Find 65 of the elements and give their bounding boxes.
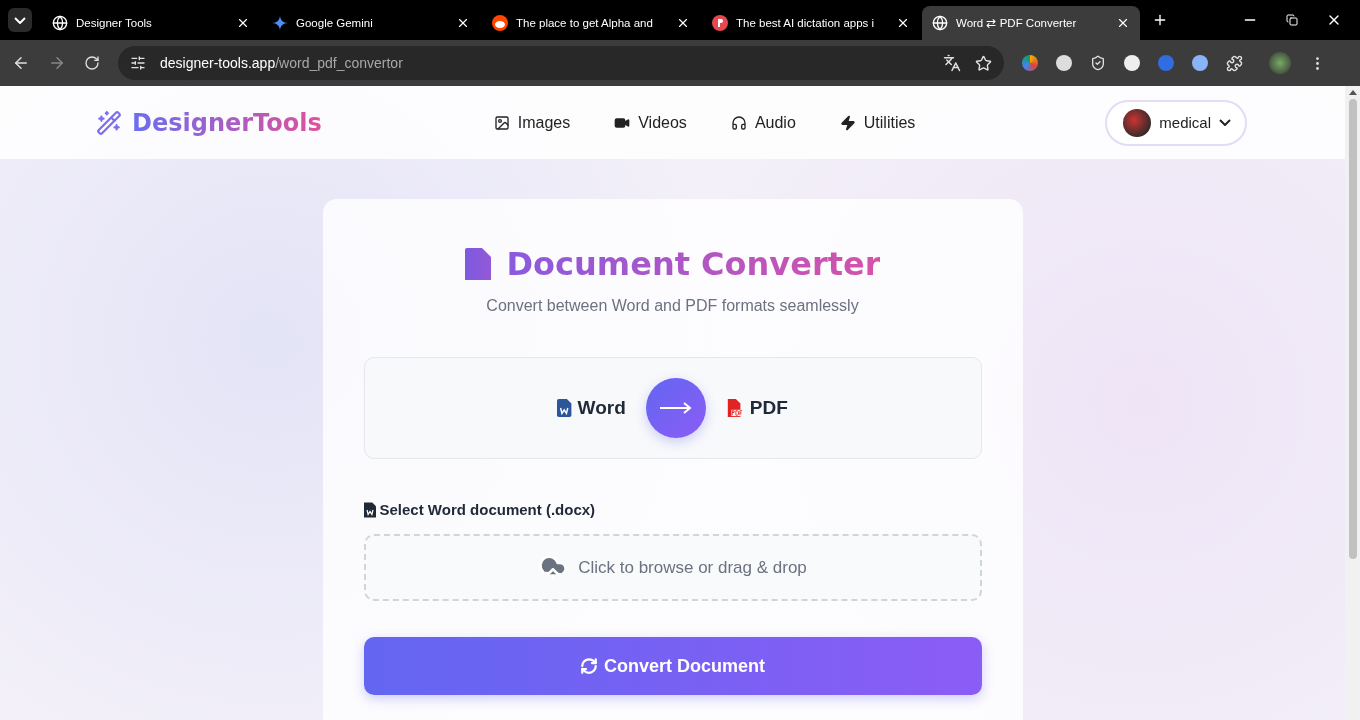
close-icon[interactable] bbox=[1116, 16, 1130, 30]
user-menu-button[interactable]: medical bbox=[1105, 99, 1247, 146]
translate-icon[interactable] bbox=[943, 54, 961, 72]
globe-icon bbox=[52, 15, 68, 31]
close-icon[interactable] bbox=[896, 16, 910, 30]
scrollbar[interactable] bbox=[1345, 86, 1360, 720]
tab-title: Word ⇄ PDF Converter bbox=[956, 16, 1078, 30]
pdf-file-icon bbox=[725, 399, 744, 417]
refresh-icon bbox=[580, 657, 598, 675]
extension-icon[interactable] bbox=[1056, 55, 1072, 71]
extension-icon[interactable] bbox=[1192, 55, 1208, 71]
nav-link[interactable]: Videos bbox=[614, 113, 687, 132]
extension-icon[interactable] bbox=[1022, 55, 1038, 71]
tab-title: The best AI dictation apps i bbox=[736, 17, 876, 29]
magic-wand-icon bbox=[96, 109, 122, 136]
letter-icon bbox=[712, 15, 728, 31]
extension-icon[interactable] bbox=[1124, 55, 1140, 71]
browser-tab[interactable]: Designer Tools bbox=[42, 6, 260, 40]
image-icon bbox=[493, 114, 510, 131]
url-text: designer-tools.app/word_pdf_convertor bbox=[160, 55, 404, 71]
word-file-icon bbox=[363, 501, 376, 518]
browser-tab[interactable]: Word ⇄ PDF Converter bbox=[922, 6, 1140, 40]
nav-link[interactable]: Images bbox=[493, 113, 571, 132]
tab-title: The place to get Alpha and bbox=[516, 17, 654, 29]
arrow-right-icon bbox=[659, 402, 692, 414]
shield-icon[interactable] bbox=[1090, 55, 1106, 71]
bookmark-icon[interactable] bbox=[975, 54, 992, 72]
convert-button[interactable]: Convert Document bbox=[363, 637, 982, 695]
tab-menu-button[interactable] bbox=[8, 8, 32, 32]
address-bar[interactable]: designer-tools.app/word_pdf_convertor bbox=[118, 46, 1004, 80]
browser-tab[interactable]: The best AI dictation apps i bbox=[702, 6, 920, 40]
back-icon[interactable] bbox=[12, 54, 30, 72]
browser-tab[interactable]: The place to get Alpha and bbox=[482, 6, 700, 40]
chevron-down-icon bbox=[1219, 119, 1231, 126]
close-icon[interactable] bbox=[456, 16, 470, 30]
document-icon bbox=[464, 248, 491, 280]
profile-avatar[interactable] bbox=[1269, 52, 1291, 74]
scroll-up-icon[interactable] bbox=[1348, 90, 1357, 95]
browser-tab[interactable]: Google Gemini bbox=[262, 6, 480, 40]
headphones-icon bbox=[730, 114, 747, 131]
nav-link[interactable]: Audio bbox=[730, 113, 796, 132]
sparkle-icon bbox=[272, 15, 288, 31]
new-tab-icon[interactable] bbox=[1152, 12, 1168, 28]
close-icon[interactable] bbox=[676, 16, 690, 30]
tab-title: Google Gemini bbox=[296, 17, 374, 29]
file-dropzone[interactable]: Click to browse or drag & drop bbox=[363, 534, 982, 601]
site-settings-icon[interactable] bbox=[130, 55, 146, 71]
restore-icon[interactable] bbox=[1286, 14, 1298, 26]
word-file-icon bbox=[557, 399, 572, 417]
alien-icon bbox=[492, 15, 508, 31]
nav-link[interactable]: Utilities bbox=[839, 113, 916, 132]
field-label: Select Word document (.docx) bbox=[379, 501, 596, 518]
swap-button[interactable] bbox=[645, 378, 706, 438]
subtitle: Convert between Word and PDF formats seamlessly bbox=[485, 297, 860, 315]
user-avatar bbox=[1123, 108, 1152, 137]
format-label: Word bbox=[577, 397, 626, 419]
format-label: PDF bbox=[749, 397, 788, 419]
reload-icon[interactable] bbox=[84, 55, 100, 71]
chevron-down-icon bbox=[14, 16, 26, 24]
close-icon[interactable] bbox=[236, 16, 250, 30]
forward-icon[interactable] bbox=[48, 54, 66, 72]
globe-icon bbox=[932, 15, 948, 31]
tab-title: Designer Tools bbox=[76, 17, 153, 29]
extensions-icon[interactable] bbox=[1226, 54, 1243, 72]
bolt-icon bbox=[839, 114, 856, 131]
